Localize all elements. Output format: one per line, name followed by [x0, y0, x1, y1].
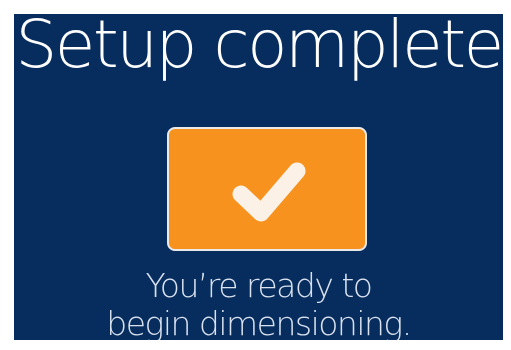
- setup-complete-screen: Setup complete You’re ready to begin dim…: [14, 14, 503, 340]
- page-title: Setup complete: [15, 14, 503, 83]
- status-message-line-2: begin dimensioning.: [106, 304, 412, 341]
- checkmark-icon: [232, 162, 306, 222]
- status-message: You’re ready to begin dimensioning.: [14, 266, 503, 341]
- status-message-line-1: You’re ready to: [145, 266, 373, 305]
- status-tile: [167, 127, 367, 251]
